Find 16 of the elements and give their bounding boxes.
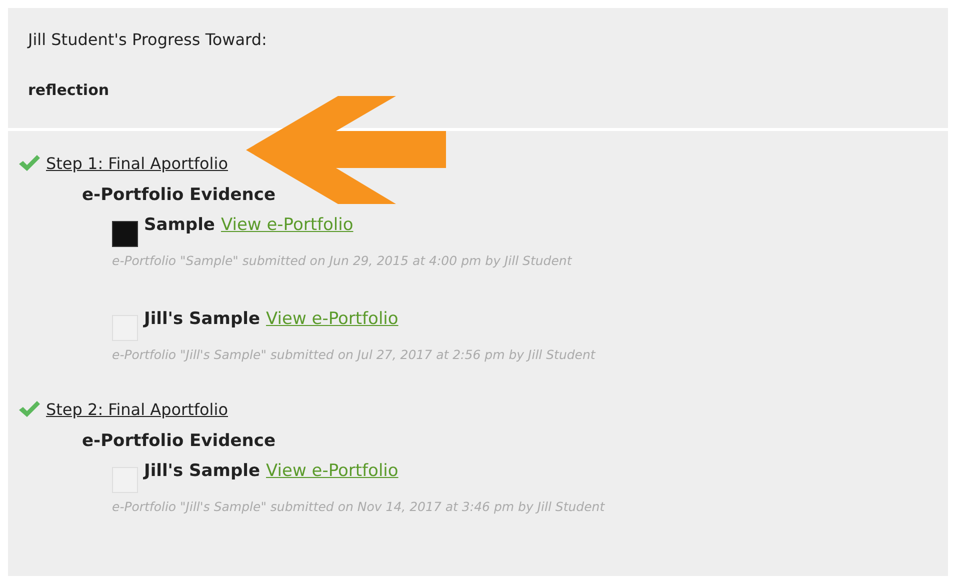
step-link[interactable]: Step 2: Final Aportfolio — [46, 400, 228, 418]
portfolio-name: Sample — [144, 215, 215, 235]
portfolio-name: Jill's Sample — [144, 461, 260, 481]
step-link[interactable]: Step 1: Final Aportfolio — [46, 154, 228, 172]
page-title: Jill Student's Progress Toward: — [28, 30, 267, 49]
submission-caption: e-Portfolio "Jill's Sample" submitted on Nov 14, 2017 at 3:46 pm by Jill Student — [112, 499, 605, 514]
evidence-heading: e-Portfolio Evidence — [82, 185, 276, 205]
thumbnail-icon — [112, 221, 138, 247]
evidence-heading: e-Portfolio Evidence — [82, 431, 276, 451]
submission-caption: e-Portfolio "Sample" submitted on Jun 29, 2015 at 4:00 pm by Jill Student — [112, 253, 572, 268]
submission-caption: e-Portfolio "Jill's Sample" submitted on Jul 27, 2017 at 2:56 pm by Jill Student — [112, 347, 596, 362]
view-portfolio-link[interactable]: View e-Portfolio — [266, 461, 398, 481]
view-portfolio-link[interactable]: View e-Portfolio — [266, 309, 398, 329]
portfolio-name: Jill's Sample — [144, 309, 260, 329]
goal-name: reflection — [28, 81, 110, 99]
view-portfolio-link[interactable]: View e-Portfolio — [220, 215, 354, 235]
